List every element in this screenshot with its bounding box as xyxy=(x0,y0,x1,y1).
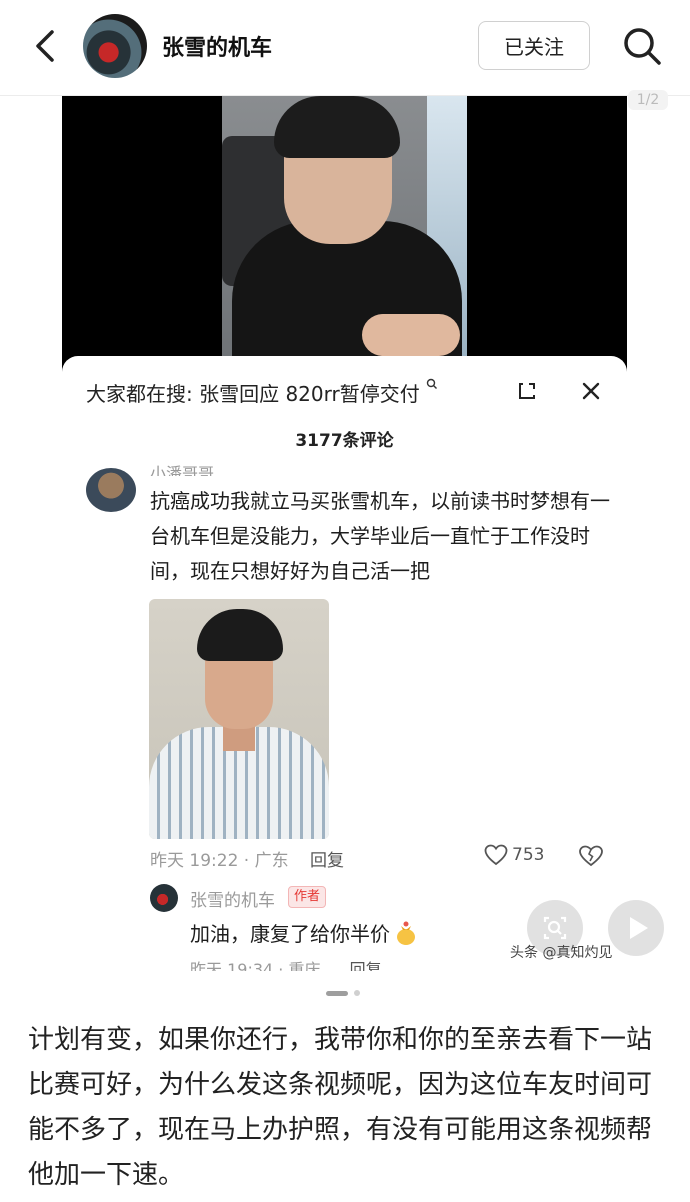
post-caption: 计划有变，如果你还行，我带你和你的至亲去看下一站比赛可好，为什么发这条视频呢，因… xyxy=(28,1025,653,1190)
pager-dot-active[interactable] xyxy=(326,990,348,996)
search-button[interactable] xyxy=(620,22,664,70)
reply-meta: 昨天 19:34 · 重庆 xyxy=(190,960,321,971)
play-icon xyxy=(630,917,648,939)
comment-meta: 昨天 19:22 · 广东 xyxy=(150,851,289,871)
author-badge: 作者 xyxy=(288,886,327,908)
expand-button[interactable] xyxy=(510,374,544,408)
lucky-bag-emoji-icon xyxy=(397,921,415,945)
post-image[interactable]: 大家都在搜: 张雪回应 820rr暂停交付 3177条评论 小潘哥哥 抗癌成功我… xyxy=(62,96,627,971)
reply-reply-button[interactable]: 回复 xyxy=(350,960,382,971)
watermark: 头条 @真知灼见 xyxy=(510,945,613,961)
comment-reply-button[interactable]: 回复 xyxy=(310,846,344,871)
video-frame xyxy=(222,96,467,356)
back-button[interactable] xyxy=(26,22,66,70)
search-suggestion-text: 大家都在搜: 张雪回应 820rr暂停交付 xyxy=(86,382,420,406)
top-bar: 张雪的机车 已关注 xyxy=(0,0,690,96)
image-page-indicator: 1/2 xyxy=(628,90,668,110)
expand-icon xyxy=(519,383,535,399)
comment-count: 3177条评论 xyxy=(295,431,394,451)
comment-text: 抗癌成功我就立马买张雪机车，以前读书时梦想有一台机车但是没能力，大学毕业后一直忙… xyxy=(150,489,610,583)
heart-icon xyxy=(484,844,508,866)
search-icon xyxy=(624,28,661,65)
comment-dislike-button[interactable] xyxy=(578,844,604,868)
commenter-avatar[interactable] xyxy=(86,468,136,512)
close-icon xyxy=(582,382,600,400)
reply-text: 加油，康复了给你半价 xyxy=(190,922,390,946)
comment-photo[interactable] xyxy=(149,599,329,839)
chevron-left-icon xyxy=(36,30,54,62)
commenter-name[interactable]: 小潘哥哥 xyxy=(150,460,214,476)
comments-panel: 大家都在搜: 张雪回应 820rr暂停交付 3177条评论 小潘哥哥 抗癌成功我… xyxy=(62,356,627,971)
close-button[interactable] xyxy=(574,374,608,408)
pager-dot[interactable] xyxy=(354,990,360,996)
image-pager xyxy=(326,990,360,996)
search-suggestion[interactable]: 大家都在搜: 张雪回应 820rr暂停交付 xyxy=(86,378,438,407)
account-name[interactable]: 张雪的机车 xyxy=(162,30,272,62)
play-button[interactable] xyxy=(608,900,664,956)
small-search-icon xyxy=(426,378,438,389)
follow-button[interactable]: 已关注 xyxy=(478,21,590,70)
comment-like-button[interactable]: 753 xyxy=(484,844,544,866)
account-avatar[interactable] xyxy=(83,14,147,78)
like-count: 753 xyxy=(512,845,545,865)
reply-meta-row: 昨天 19:34 · 重庆 回复 xyxy=(190,956,382,971)
broken-heart-icon xyxy=(579,845,603,867)
reply-avatar[interactable] xyxy=(150,884,178,912)
reply-text-row: 加油，康复了给你半价 xyxy=(190,918,418,947)
reply-author-name[interactable]: 张雪的机车 xyxy=(190,886,275,911)
